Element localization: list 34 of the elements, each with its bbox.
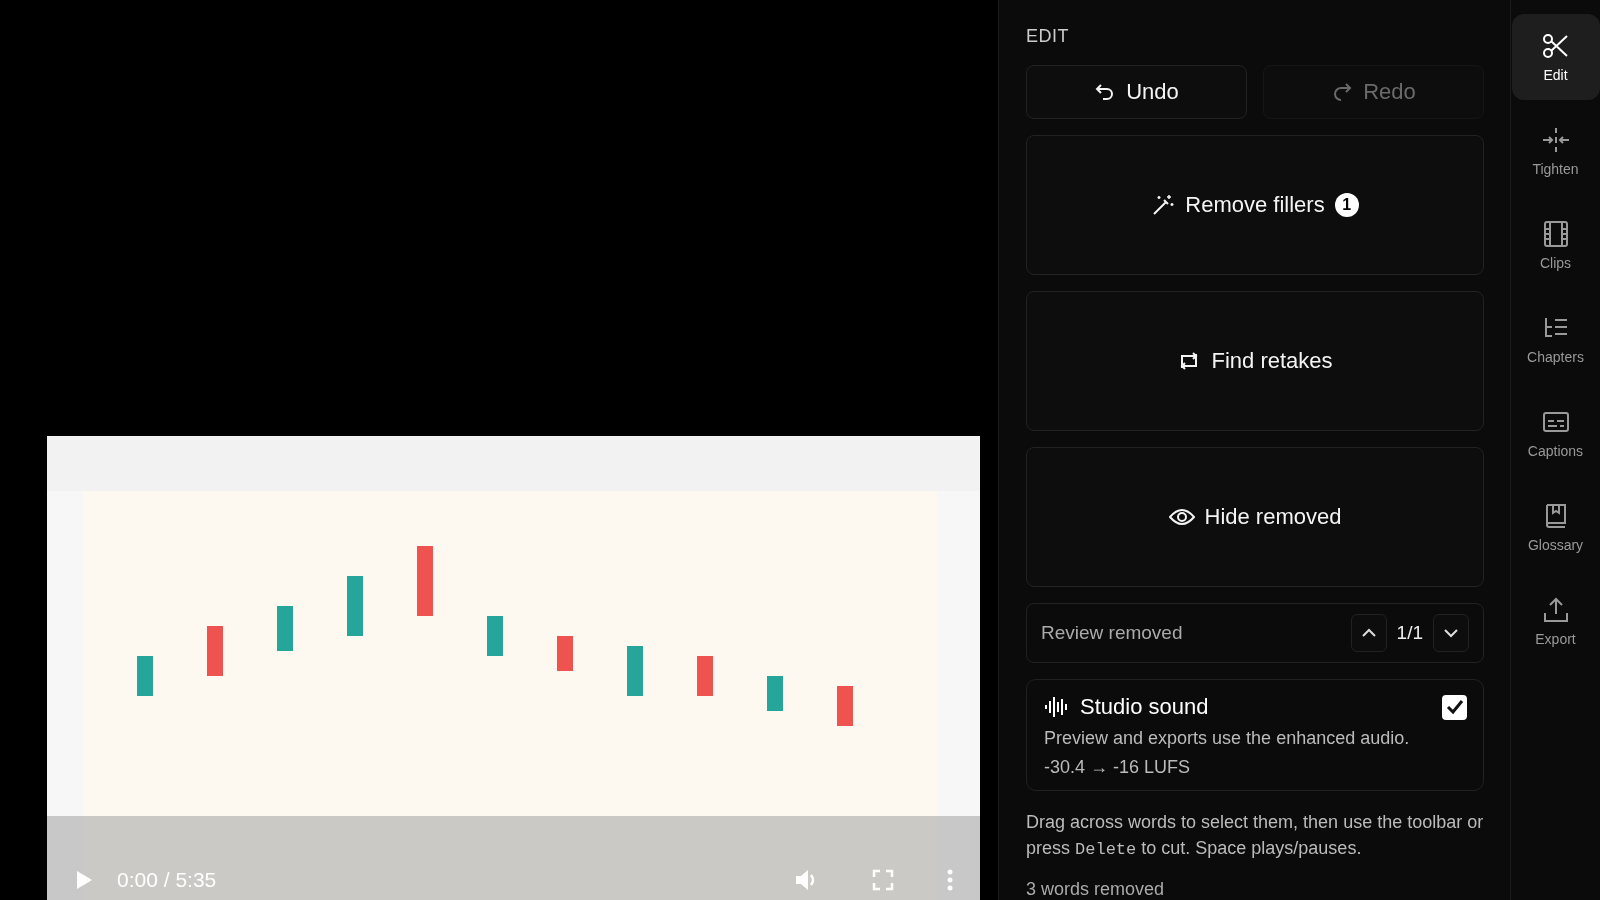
fullscreen-icon[interactable] (872, 869, 894, 891)
review-counter: 1/1 (1396, 622, 1423, 644)
redo-icon (1331, 81, 1354, 103)
time-display: 0:00 / 5:35 (117, 868, 217, 892)
help-text: Drag across words to select them, then use the toolbar or press Delete to cut. Space plays/pauses. (1026, 811, 1484, 861)
checkbox[interactable] (1442, 694, 1467, 720)
find-retakes-button[interactable]: Find retakes (1026, 291, 1484, 431)
rail-tab[interactable]: Glossary (1511, 484, 1600, 570)
loudness-reading: -30.4 → -16 LUFS (1044, 757, 1192, 778)
more-icon[interactable] (946, 869, 954, 891)
count-badge: 1 (1334, 193, 1359, 217)
chevron-up-icon (1361, 628, 1376, 638)
eye-icon (1168, 507, 1195, 527)
review-label: Review removed (1041, 622, 1184, 644)
section-heading: EDIT (1026, 26, 1070, 47)
hide-removed-button[interactable]: Hide removed (1026, 447, 1484, 587)
chevron-down-icon (1444, 628, 1458, 638)
card-description: Preview and exports use the enhanced audio. (1044, 728, 1411, 749)
rail-tab[interactable]: Captions (1511, 390, 1600, 476)
magic-wand-icon (1151, 193, 1176, 217)
previous-button[interactable] (1350, 614, 1387, 652)
rail-tab[interactable]: Tighten (1511, 108, 1600, 194)
tighten-icon (1540, 125, 1571, 155)
waveform-icon (1044, 695, 1070, 719)
rail-tab[interactable]: Chapters (1511, 296, 1600, 382)
removed-count: 3 words removed (1026, 879, 1166, 900)
undo-button[interactable]: Undo (1026, 65, 1247, 119)
play-button[interactable] (75, 870, 93, 890)
next-button[interactable] (1433, 614, 1469, 652)
card-title: Studio sound (1080, 694, 1209, 720)
remove-fillers-button[interactable]: Remove fillers 1 (1026, 135, 1484, 275)
rail-tab[interactable]: Edit (1511, 14, 1600, 100)
rail-tab[interactable]: Export (1511, 578, 1600, 664)
rail-tab[interactable]: Clips (1511, 202, 1600, 288)
